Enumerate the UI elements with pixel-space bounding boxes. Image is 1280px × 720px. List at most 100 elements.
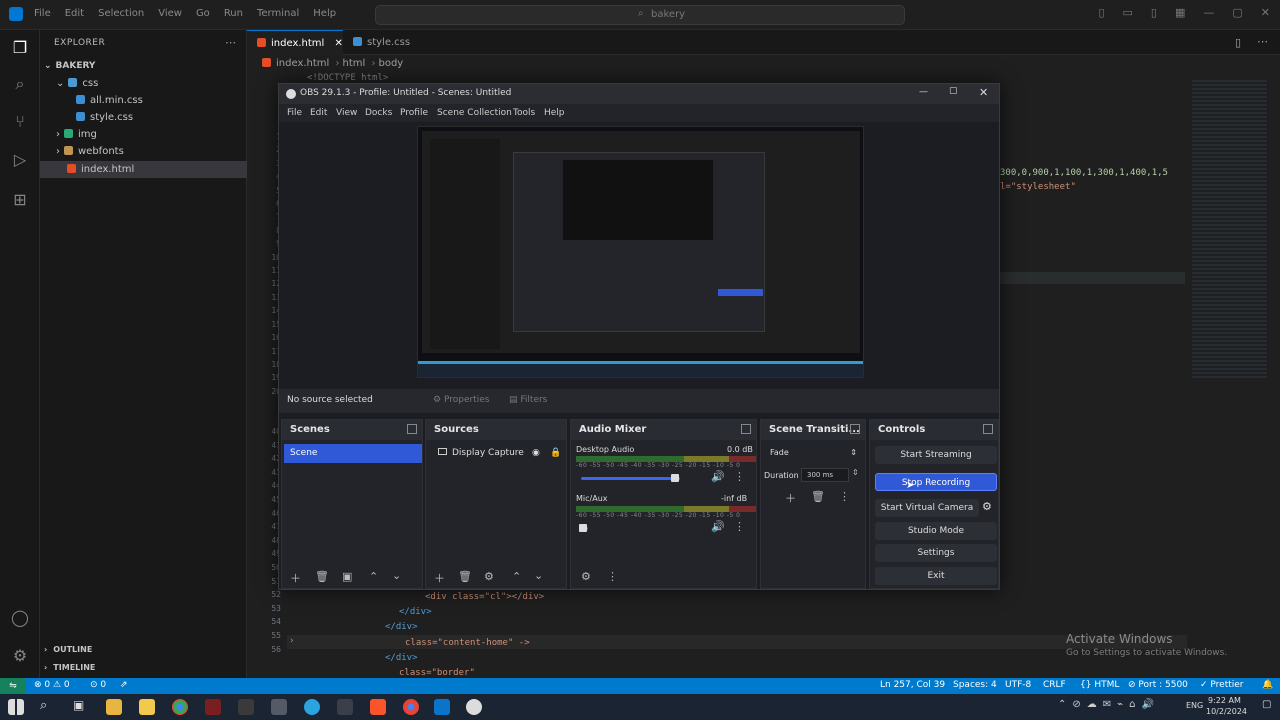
code-right-fonts[interactable]: 300,0,900,1,100,1,300,1,400,1,5 [1000, 168, 1168, 178]
menu-help[interactable]: Help [313, 8, 336, 19]
duration-stepper-icon[interactable]: ⇕ [852, 468, 859, 477]
live-server-port[interactable]: ⊘ Port : 5500 [1128, 680, 1188, 690]
obs-close-icon[interactable]: ✕ [979, 86, 988, 99]
speaker-icon[interactable]: 🔊 [711, 470, 725, 483]
task-view-icon[interactable]: ▣ [73, 698, 84, 712]
code-right-stylesheet[interactable]: l="stylesheet" [1000, 182, 1076, 192]
prettier-status[interactable]: ✓ Prettier [1200, 680, 1244, 690]
run-debug-icon[interactable]: ▷ [10, 150, 30, 170]
obs-menu-edit[interactable]: Edit [310, 108, 327, 118]
source-control-icon[interactable]: ⑂ [10, 112, 30, 132]
move-up-icon[interactable]: ⌃ [369, 570, 378, 583]
code-line[interactable]: </div> [399, 607, 432, 617]
mic-aux-volume-slider[interactable] [576, 524, 706, 532]
close-icon[interactable]: ✕ [1261, 6, 1270, 19]
brave-icon[interactable] [370, 699, 386, 715]
move-down-icon[interactable]: ⌄ [392, 569, 401, 582]
indentation[interactable]: Spaces: 4 [953, 680, 997, 690]
scene-item[interactable]: Scene [284, 444, 422, 463]
transition-select[interactable]: Fade ⇕ [766, 445, 860, 461]
settings-button[interactable]: Settings [875, 544, 997, 562]
code-line[interactable]: class="border" [399, 668, 475, 678]
red-app-icon[interactable] [205, 699, 221, 715]
stop-recording-button[interactable]: Stop Recording [875, 473, 997, 491]
cursor-position[interactable]: Ln 257, Col 39 [880, 680, 945, 690]
menu-file[interactable]: File [34, 8, 51, 19]
menu-edit[interactable]: Edit [65, 8, 84, 19]
close-tab-icon[interactable]: ✕ [335, 38, 343, 49]
code-line[interactable]: </div> [385, 622, 418, 632]
remote-indicator-icon[interactable]: ⇋ [0, 678, 26, 694]
maximize-icon[interactable]: ▢ [1232, 6, 1242, 19]
advanced-audio-icon[interactable]: ⚙ [581, 570, 591, 583]
tree-item-index-html[interactable]: index.html [40, 161, 247, 178]
undock-icon[interactable] [983, 424, 993, 434]
obs-menu-help[interactable]: Help [544, 108, 565, 118]
language-mode[interactable]: {} HTML [1080, 680, 1119, 690]
customize-layout-icon[interactable]: ▦ [1175, 6, 1185, 19]
chrome-icon[interactable] [172, 699, 188, 715]
tree-item-img[interactable]: › img [40, 126, 247, 143]
minimize-icon[interactable]: — [1203, 6, 1214, 19]
remove-source-icon[interactable]: 🗑 [458, 570, 472, 583]
add-scene-icon[interactable]: ＋ [290, 570, 301, 586]
command-center-search[interactable]: ⌕ bakery [375, 5, 905, 25]
obs-maximize-icon[interactable]: ▢ [949, 86, 958, 96]
desktop-audio-volume-slider[interactable] [576, 474, 706, 482]
obs-menu-profile[interactable]: Profile [400, 108, 428, 118]
timeline-section[interactable]: › TIMELINE [40, 659, 247, 676]
extensions-icon[interactable]: ⊞ [10, 190, 30, 210]
breadcrumb-body[interactable]: body [378, 58, 403, 69]
code-doctype[interactable]: <!DOCTYPE html> [307, 73, 388, 83]
channel-menu-icon[interactable]: ⋮ [734, 520, 745, 533]
channel-menu-icon[interactable]: ⋮ [734, 470, 745, 483]
properties-button[interactable]: ⚙ Properties [427, 392, 495, 409]
problems-indicator[interactable]: ⊗ 0 ⚠ 0 [34, 680, 70, 690]
undock-icon[interactable] [741, 424, 751, 434]
menu-selection[interactable]: Selection [98, 8, 144, 19]
clock-date[interactable]: 10/2/2024 [1206, 707, 1247, 716]
notifications-bell-icon[interactable]: 🔔 [1262, 680, 1273, 690]
editor-more-icon[interactable]: ⋯ [1257, 35, 1268, 48]
code-line[interactable]: <div class="cl"></div> [425, 592, 544, 602]
vscode-taskbar-icon[interactable] [434, 699, 450, 715]
outline-section[interactable]: › OUTLINE [40, 641, 247, 658]
tree-item-all-min-css[interactable]: all.min.css [40, 92, 247, 109]
store-app-icon[interactable] [271, 699, 287, 715]
explorer-folder-icon[interactable] [139, 699, 155, 715]
virtual-camera-settings-icon[interactable]: ⚙ [982, 500, 992, 513]
tree-item-css[interactable]: ⌄ css [40, 75, 247, 92]
telegram-icon[interactable] [304, 699, 320, 715]
tab-style-css[interactable]: style.css [343, 30, 433, 55]
start-streaming-button[interactable]: Start Streaming [875, 446, 997, 464]
live-share-icon[interactable]: ⇗ [120, 680, 128, 690]
lock-icon[interactable]: 🔒 [550, 444, 561, 463]
source-item[interactable]: Display Capture ◉ 🔒 [428, 444, 566, 463]
obs-minimize-icon[interactable]: — [919, 87, 928, 97]
undock-icon[interactable] [407, 424, 417, 434]
source-properties-icon[interactable]: ⚙ [484, 570, 494, 583]
add-source-icon[interactable]: ＋ [434, 570, 445, 586]
breadcrumb-file[interactable]: index.html [276, 58, 329, 69]
speaker-icon[interactable]: 🔊 [711, 520, 725, 533]
explorer-more-icon[interactable]: ⋯ [225, 36, 236, 49]
tab-index-html[interactable]: index.html ✕ [247, 30, 343, 55]
remove-scene-icon[interactable]: 🗑 [315, 570, 329, 583]
mixer-menu-icon[interactable]: ⋮ [607, 570, 618, 583]
move-up-icon[interactable]: ⌃ [512, 570, 521, 583]
fold-chevron-icon[interactable]: › [290, 636, 294, 646]
system-tray-icons[interactable]: ⌃⊘☁✉⌁⌂🔊 [1058, 699, 1160, 710]
search-activity-icon[interactable]: ⌕ [10, 74, 30, 94]
project-folder[interactable]: ⌄ BAKERY [40, 58, 247, 75]
taskbar-search-icon[interactable]: ⌕ [40, 698, 47, 713]
split-editor-icon[interactable]: ▯ [1235, 36, 1241, 49]
eye-icon[interactable]: ◉ [532, 444, 540, 463]
menu-go[interactable]: Go [196, 8, 210, 19]
explorer-icon[interactable]: ❐ [10, 38, 30, 58]
filters-button[interactable]: ▤ Filters [503, 392, 553, 409]
layout-secondary-icon[interactable]: ▯ [1151, 6, 1157, 19]
move-down-icon[interactable]: ⌄ [534, 569, 543, 582]
obs-menu-view[interactable]: View [336, 108, 357, 118]
input-language[interactable]: ENG [1186, 701, 1203, 710]
add-transition-icon[interactable]: ＋ [785, 490, 796, 506]
